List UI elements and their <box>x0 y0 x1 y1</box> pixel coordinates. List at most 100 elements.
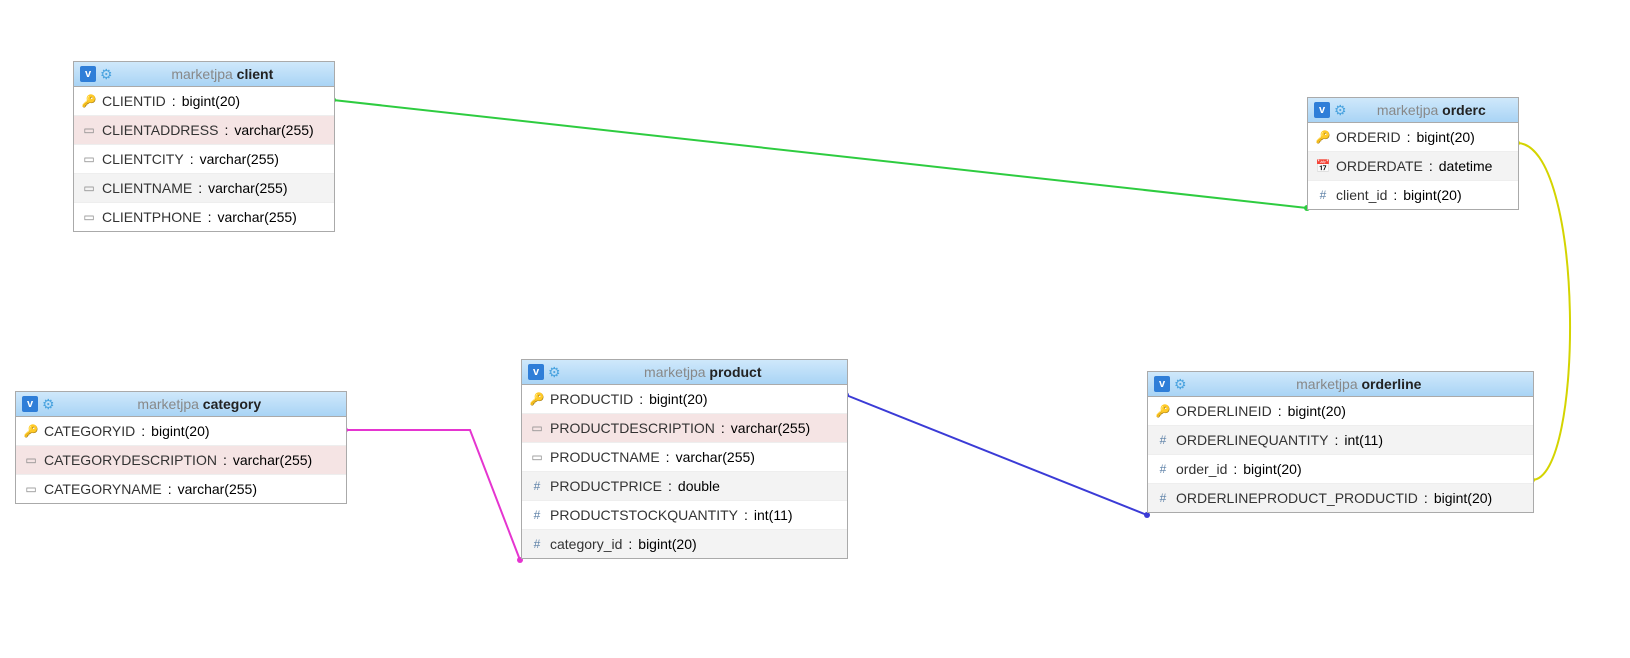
text-icon: ▭ <box>530 450 544 464</box>
column-row[interactable]: 🔑CLIENTID : bigint(20) <box>74 87 334 116</box>
column-name: PRODUCTSTOCKQUANTITY <box>550 507 738 523</box>
table-category[interactable]: v⚙marketjpa category🔑CATEGORYID : bigint… <box>15 391 347 504</box>
table-orderline[interactable]: v ⚙ marketjpa orderline 🔑ORDERLINEID : bigi… <box>1147 371 1534 513</box>
table-title: marketjpa client <box>117 66 328 82</box>
column-name: CATEGORYDESCRIPTION <box>44 452 217 468</box>
table-product[interactable]: v ⚙ marketjpa product 🔑PRODUCTID : bigint(2… <box>521 359 848 559</box>
num-icon: # <box>1316 188 1330 202</box>
schema-label: marketjpa <box>137 396 198 412</box>
table-header-product[interactable]: v ⚙ marketjpa product <box>522 360 847 385</box>
column-type: int(11) <box>754 507 793 523</box>
column-row[interactable]: ▭PRODUCTNAME : varchar(255) <box>522 443 847 472</box>
num-icon: # <box>530 537 544 551</box>
column-name: ORDERLINEQUANTITY <box>1176 432 1328 448</box>
column-row[interactable]: #PRODUCTSTOCKQUANTITY : int(11) <box>522 501 847 530</box>
relation-line <box>345 430 520 560</box>
gear-icon[interactable]: ⚙ <box>1334 103 1347 117</box>
column-name: order_id <box>1176 461 1227 477</box>
gear-icon[interactable]: ⚙ <box>100 67 113 81</box>
column-type: varchar(255) <box>731 420 810 436</box>
column-row[interactable]: 📅ORDERDATE : datetime <box>1308 152 1518 181</box>
view-badge-icon: v <box>528 364 544 380</box>
column-row[interactable]: ▭CATEGORYDESCRIPTION : varchar(255) <box>16 446 346 475</box>
table-name-label: client <box>237 66 274 82</box>
num-icon: # <box>530 508 544 522</box>
table-name-label: orderline <box>1362 376 1422 392</box>
table-header-orderline[interactable]: v ⚙ marketjpa orderline <box>1148 372 1533 397</box>
column-type: bigint(20) <box>1243 461 1301 477</box>
gear-icon[interactable]: ⚙ <box>42 397 55 411</box>
gear-icon[interactable]: ⚙ <box>548 365 561 379</box>
table-orderc[interactable]: v⚙marketjpa orderc🔑ORDERID : bigint(20)📅… <box>1307 97 1519 210</box>
column-row[interactable]: ▭CLIENTNAME : varchar(255) <box>74 174 334 203</box>
column-row[interactable]: ▭PRODUCTDESCRIPTION : varchar(255) <box>522 414 847 443</box>
column-name: CLIENTCITY <box>102 151 184 167</box>
column-row[interactable]: ▭CLIENTCITY : varchar(255) <box>74 145 334 174</box>
schema-label: marketjpa <box>171 66 232 82</box>
column-name: ORDERID <box>1336 129 1401 145</box>
num-icon: # <box>1156 491 1170 505</box>
text-icon: ▭ <box>24 453 38 467</box>
num-icon: # <box>1156 433 1170 447</box>
column-type: varchar(255) <box>200 151 279 167</box>
text-icon: ▭ <box>82 152 96 166</box>
column-row[interactable]: 🔑ORDERLINEID : bigint(20) <box>1148 397 1533 426</box>
table-title: marketjpa product <box>565 364 841 380</box>
column-row[interactable]: #ORDERLINEQUANTITY : int(11) <box>1148 426 1533 455</box>
column-type: bigint(20) <box>1434 490 1492 506</box>
table-header-client[interactable]: v ⚙ marketjpa client <box>74 62 334 87</box>
table-name-label: category <box>203 396 261 412</box>
table-title: marketjpa category <box>59 396 340 412</box>
text-icon: ▭ <box>530 421 544 435</box>
column-name: CLIENTPHONE <box>102 209 202 225</box>
column-type: int(11) <box>1344 432 1383 448</box>
column-type: varchar(255) <box>178 481 257 497</box>
relation-line <box>846 395 1147 515</box>
column-row[interactable]: #ORDERLINEPRODUCT_PRODUCTID : bigint(20) <box>1148 484 1533 512</box>
column-row[interactable]: #order_id : bigint(20) <box>1148 455 1533 484</box>
column-name: CLIENTADDRESS <box>102 122 218 138</box>
column-row[interactable]: #category_id : bigint(20) <box>522 530 847 558</box>
column-row[interactable]: ▭CLIENTPHONE : varchar(255) <box>74 203 334 231</box>
column-row[interactable]: 🔑CATEGORYID : bigint(20) <box>16 417 346 446</box>
column-row[interactable]: ▭CLIENTADDRESS : varchar(255) <box>74 116 334 145</box>
table-title: marketjpa orderline <box>1191 376 1527 392</box>
column-type: varchar(255) <box>208 180 287 196</box>
column-row[interactable]: #client_id : bigint(20) <box>1308 181 1518 209</box>
column-name: ORDERLINEPRODUCT_PRODUCTID <box>1176 490 1418 506</box>
column-type: bigint(20) <box>1416 129 1474 145</box>
table-name-label: orderc <box>1442 102 1486 118</box>
column-name: category_id <box>550 536 622 552</box>
column-type: varchar(255) <box>676 449 755 465</box>
column-row[interactable]: 🔑ORDERID : bigint(20) <box>1308 123 1518 152</box>
column-type: bigint(20) <box>1288 403 1346 419</box>
column-type: varchar(255) <box>234 122 313 138</box>
table-client[interactable]: v ⚙ marketjpa client 🔑CLIENTID : bigint(20)… <box>73 61 335 232</box>
column-type: bigint(20) <box>151 423 209 439</box>
column-row[interactable]: #PRODUCTPRICE : double <box>522 472 847 501</box>
column-name: CLIENTID <box>102 93 166 109</box>
column-row[interactable]: ▭CATEGORYNAME : varchar(255) <box>16 475 346 503</box>
column-type: varchar(255) <box>233 452 312 468</box>
column-name: PRODUCTPRICE <box>550 478 662 494</box>
table-header-orderc[interactable]: v⚙marketjpa orderc <box>1308 98 1518 123</box>
table-header-category[interactable]: v⚙marketjpa category <box>16 392 346 417</box>
column-row[interactable]: 🔑PRODUCTID : bigint(20) <box>522 385 847 414</box>
column-name: ORDERDATE <box>1336 158 1423 174</box>
schema-label: marketjpa <box>1296 376 1357 392</box>
column-type: bigint(20) <box>649 391 707 407</box>
gear-icon[interactable]: ⚙ <box>1174 377 1187 391</box>
key-icon: 🔑 <box>24 424 38 438</box>
view-badge-icon: v <box>1154 376 1170 392</box>
date-icon: 📅 <box>1316 159 1330 173</box>
column-name: PRODUCTID <box>550 391 633 407</box>
column-name: PRODUCTDESCRIPTION <box>550 420 715 436</box>
view-badge-icon: v <box>80 66 96 82</box>
column-type: varchar(255) <box>217 209 296 225</box>
table-name-label: product <box>709 364 761 380</box>
column-type: datetime <box>1439 158 1493 174</box>
table-title: marketjpa orderc <box>1351 102 1512 118</box>
column-name: CATEGORYNAME <box>44 481 162 497</box>
column-type: bigint(20) <box>182 93 240 109</box>
num-icon: # <box>530 479 544 493</box>
